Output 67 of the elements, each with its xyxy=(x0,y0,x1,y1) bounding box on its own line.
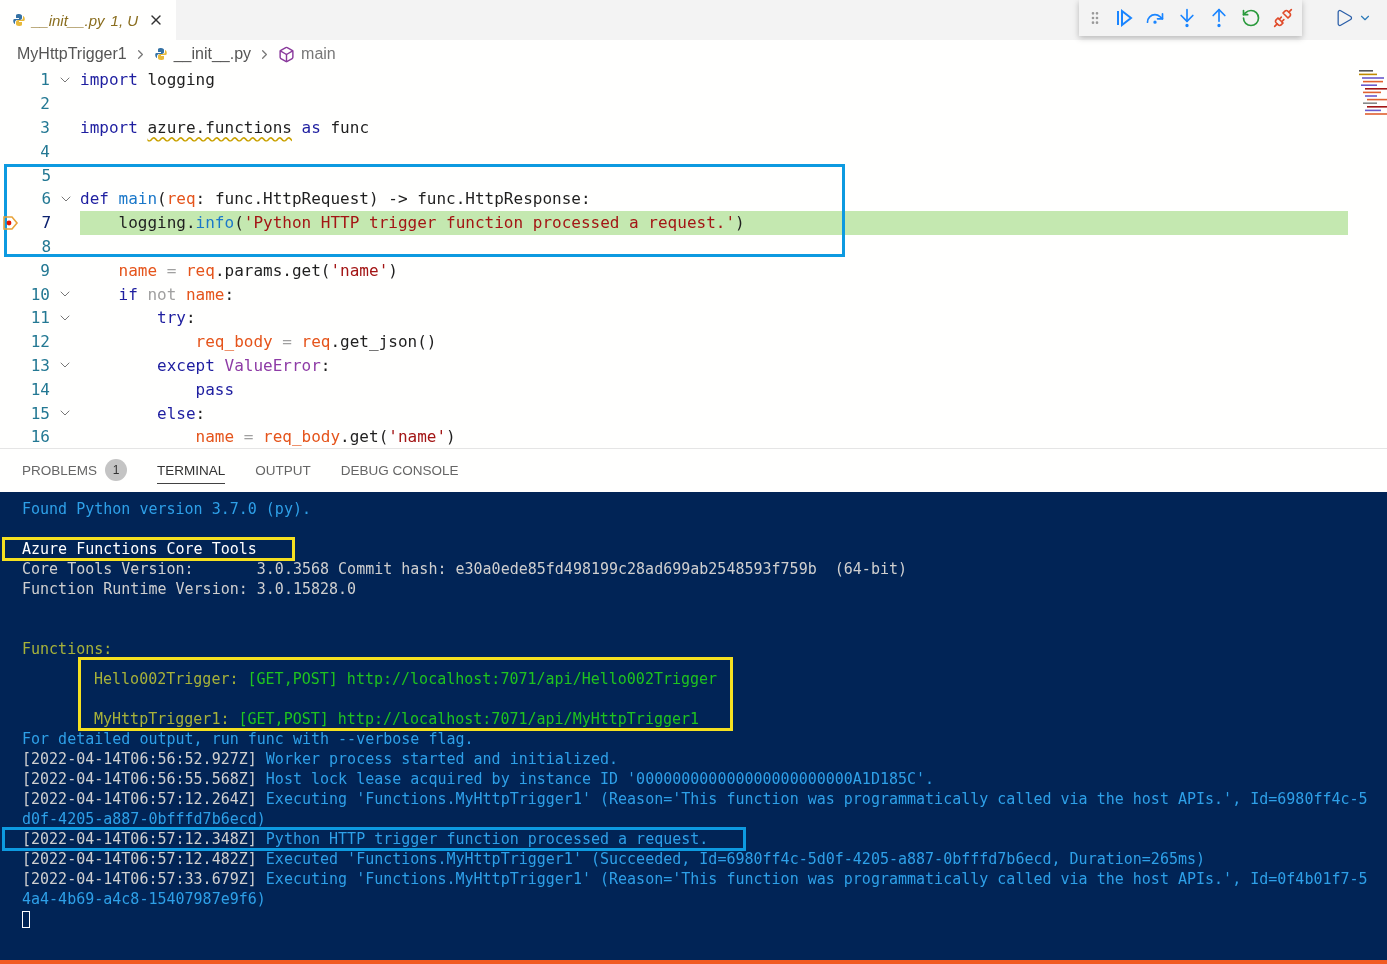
step-into-icon[interactable] xyxy=(1177,8,1197,28)
terminal-line: [2022-04-14T06:57:12.482Z] Executed 'Functions.MyHttpTrigger1' (Succeeded, Id=6980ff4c-5d0f-4205-a887-0bfffd7b6ecd, Duration=265ms) xyxy=(22,849,1207,869)
terminal-line: Hello002Trigger: [GET,POST] http://localhost:7071/api/Hello002Trigger xyxy=(94,669,718,689)
terminal-line: [2022-04-14T06:57:12.264Z] Executing 'Functions.MyHttpTrigger1' (Reason='This function was programmatically called via the host APIs.', Id=6980ff4c-5 xyxy=(22,789,1369,809)
code-line: try: xyxy=(156,308,196,328)
terminal-line: Found Python version 3.7.0 (py). xyxy=(22,499,312,519)
line-number: 6 xyxy=(40,189,52,209)
restart-icon[interactable] xyxy=(1241,8,1261,28)
terminal-line: [2022-04-14T06:57:33.679Z] Executing 'Functions.MyHttpTrigger1' (Reason='This function was programmatically called via the host APIs.', Id=0f4b01f7-5 xyxy=(22,869,1369,889)
line-number: 2 xyxy=(39,94,50,114)
python-icon xyxy=(153,47,168,61)
code-line: except ValueError: xyxy=(156,355,331,375)
terminal-line: d0f-4205-a887-0bfffd7b6ecd) xyxy=(22,809,267,829)
code-line: import logging xyxy=(80,70,215,90)
terminal-line: [2022-04-14T06:57:12.348Z] Python HTTP trigger function processed a request. xyxy=(22,829,709,849)
breadcrumb-item[interactable]: __init__.py xyxy=(173,45,252,63)
breadcrumb-item[interactable]: MyHttpTrigger1 xyxy=(17,45,127,63)
line-number: 8 xyxy=(40,236,52,256)
step-out-icon[interactable] xyxy=(1209,8,1229,28)
tab-title: __init__.py xyxy=(32,11,105,29)
line-number: 3 xyxy=(39,118,50,137)
line-number: 11 xyxy=(29,308,50,328)
terminal-line: For detailed output, run func with --verbose flag. xyxy=(22,729,475,749)
terminal-line: 4a4-4b69-a4c8-15407987e9f6) xyxy=(22,889,267,909)
minimap-drawing[interactable] xyxy=(1359,68,1387,118)
count-badge: 1 xyxy=(105,459,128,481)
terminal[interactable] xyxy=(0,492,1387,964)
code-line: else: xyxy=(156,403,206,423)
line-number: 13 xyxy=(29,355,50,375)
panel-tab[interactable]: PROBLEMS 1 xyxy=(22,457,128,484)
tab-status: 1, U xyxy=(110,11,139,29)
line-number: 9 xyxy=(39,260,50,280)
line-number: 1 xyxy=(39,70,50,90)
terminal-line: Function Runtime Version: 3.0.15828.0 xyxy=(22,579,358,599)
text-cursor xyxy=(22,911,30,928)
terminal-line: [2022-04-14T06:56:52.927Z] Worker process started and initialized. xyxy=(22,749,620,769)
breadcrumb-item[interactable]: main xyxy=(301,45,336,63)
breakpoint-icon[interactable] xyxy=(3,215,19,230)
line-number: 16 xyxy=(29,427,50,447)
python-icon xyxy=(12,13,26,27)
terminal-line: Azure Functions Core Tools xyxy=(22,539,257,559)
panel-tab[interactable]: DEBUG CONSOLE xyxy=(340,457,459,484)
terminal-line: Functions: xyxy=(22,639,114,659)
line-number: 10 xyxy=(29,284,50,304)
line-number: 15 xyxy=(29,403,50,423)
code-line: import azure.functions as func xyxy=(80,118,369,137)
line-number: 14 xyxy=(29,379,50,399)
panel-tab[interactable]: OUTPUT xyxy=(255,457,311,484)
terminal-line: Core Tools Version: 3.0.3568 Commit hash: e30a0ede85fd498199c28ad699ab2548593f759b (64-bit) xyxy=(22,559,908,579)
line-number: 7 xyxy=(40,213,52,233)
code-line: logging.info('Python HTTP trigger function processed a request.') xyxy=(117,213,745,233)
line-number: 5 xyxy=(40,165,52,185)
code-line: name = req.params.get('name') xyxy=(117,260,398,280)
line-number: 4 xyxy=(39,141,50,161)
code-line: name = req_body.get('name') xyxy=(194,427,456,447)
continue-icon[interactable] xyxy=(1115,9,1133,27)
editor-tab[interactable]: __init__.py 1, U xyxy=(0,0,177,40)
terminal-line: [2022-04-14T06:56:55.568Z] Host lock lease acquired by instance ID '000000000000000000000000A1D185C'. xyxy=(22,769,936,789)
terminal-line: MyHttpTrigger1: [GET,POST] http://localhost:7071/api/MyHttpTrigger1 xyxy=(94,709,701,729)
panel-tab[interactable]: TERMINAL xyxy=(157,457,226,484)
line-number: 12 xyxy=(29,332,50,352)
method-icon xyxy=(278,45,296,63)
disconnect-icon[interactable] xyxy=(1273,8,1293,28)
code-line: req_body = req.get_json() xyxy=(194,332,437,352)
code-line: if not name: xyxy=(117,284,235,304)
code-line: def main(req: func.HttpRequest) -> func.HttpResponse: xyxy=(80,189,591,209)
code-line: pass xyxy=(194,379,235,399)
